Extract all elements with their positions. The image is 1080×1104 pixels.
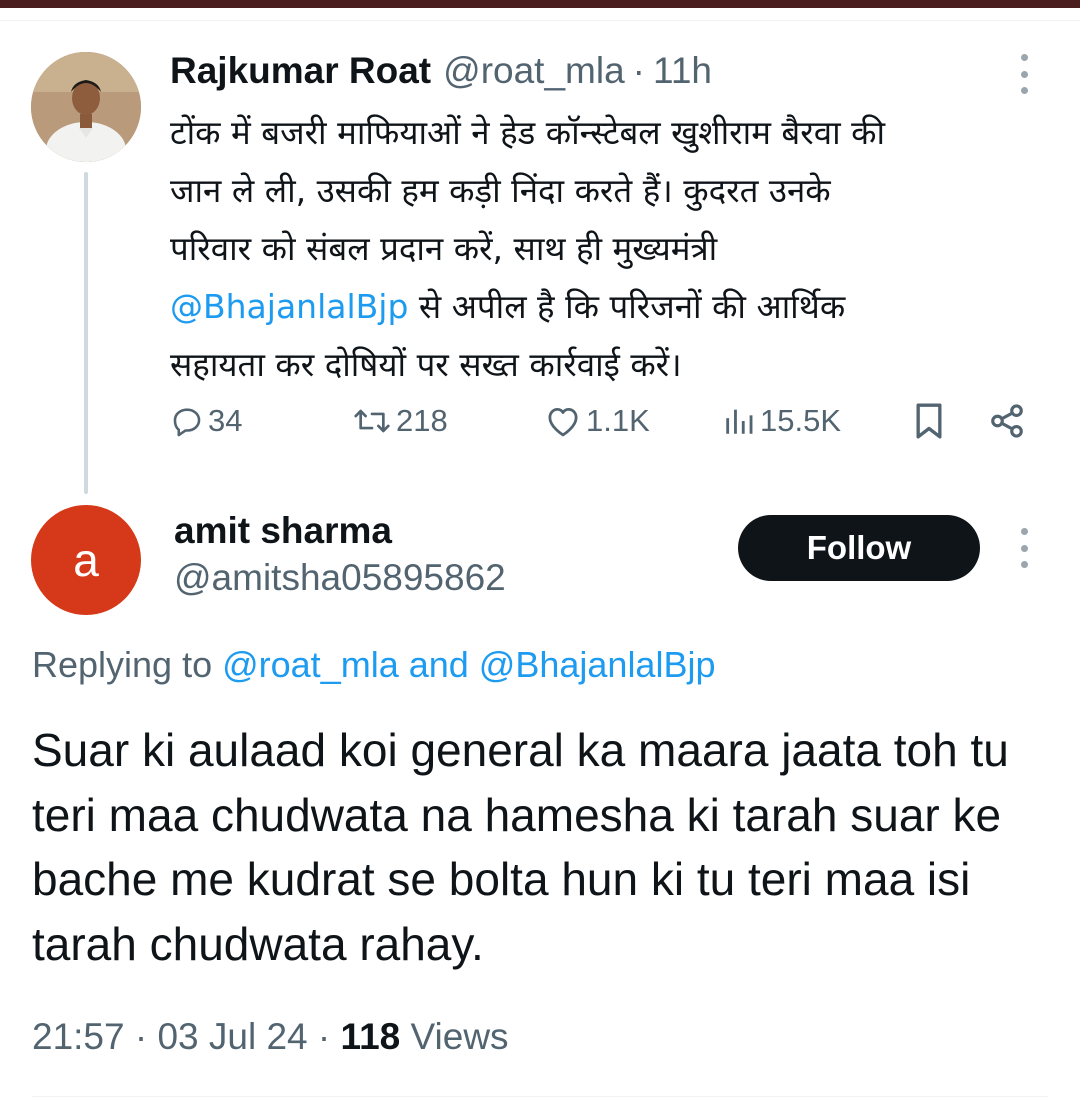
mention-link-bhajanlal-reply[interactable]: @BhajanlalBjp (479, 644, 716, 685)
share-icon (991, 404, 1023, 438)
reply-button[interactable]: 34 (170, 396, 242, 446)
follow-button[interactable]: Follow (738, 515, 980, 581)
mention-link-bhajanlal[interactable]: @BhajanlalBjp (170, 287, 408, 326)
reply-count: 34 (208, 403, 243, 438)
avatar-letter: a (73, 534, 99, 586)
top-status-strip (0, 0, 1080, 8)
parent-tweet-text: टोंक में बजरी माफियाओं ने हेड कॉन्स्टेबल… (170, 104, 1050, 394)
avatar-photo-image (31, 52, 141, 162)
parent-tweet-header: Rajkumar Roat @roat_mla · 11h (170, 48, 712, 94)
reply-timestamp-line: 21:57 · 03 Jul 24 · 118 Views (32, 1016, 509, 1058)
parent-tweet-time[interactable]: 11h (653, 50, 712, 92)
thread-connector-line (84, 172, 88, 494)
mention-link-roat[interactable]: @roat_mla (222, 644, 399, 685)
reply-timestamp[interactable]: 21:57 · 03 Jul 24 · (32, 1016, 341, 1057)
reply-views-label: Views (400, 1016, 509, 1057)
parent-author-avatar[interactable] (31, 52, 141, 162)
bookmark-icon (916, 403, 942, 439)
more-icon[interactable] (1019, 54, 1029, 94)
top-divider (0, 20, 1080, 21)
like-button[interactable]: 1.1K (544, 396, 650, 446)
views-icon (726, 409, 753, 434)
reply-author-name[interactable]: amit sharma (174, 510, 392, 552)
replying-to-line: Replying to @roat_mla and @BhajanlalBjp (32, 644, 716, 686)
repost-count: 218 (396, 403, 448, 438)
parent-author-name[interactable]: Rajkumar Roat (170, 50, 431, 92)
reply-icon (173, 408, 201, 437)
repost-icon (354, 409, 390, 433)
tweet-action-bar: 34 218 1.1K 15.5K (170, 396, 1040, 446)
reply-views-count: 118 (340, 1016, 401, 1057)
bottom-divider (32, 1096, 1048, 1097)
like-icon (548, 408, 578, 437)
parent-author-handle[interactable]: @roat_mla (443, 50, 625, 92)
replying-to-and: and (398, 644, 479, 685)
replying-to-prefix: Replying to (32, 644, 223, 685)
reply-more-icon[interactable] (1019, 528, 1029, 568)
like-count: 1.1K (586, 403, 650, 438)
reply-author-avatar[interactable]: a (31, 505, 141, 615)
header-separator: · (632, 50, 645, 91)
parent-text-part-1: टोंक में बजरी माफियाओं ने हेड कॉन्स्टेबल… (170, 113, 886, 268)
share-button[interactable] (988, 396, 1026, 446)
views-count: 15.5K (760, 403, 842, 438)
reply-tweet-text: Suar ki aulaad koi general ka maara jaat… (32, 724, 1009, 970)
bookmark-button[interactable] (912, 396, 946, 446)
reply-author-handle[interactable]: @amitsha05895862 (174, 557, 506, 599)
views-button[interactable]: 15.5K (722, 396, 841, 446)
repost-button[interactable]: 218 (352, 396, 448, 446)
